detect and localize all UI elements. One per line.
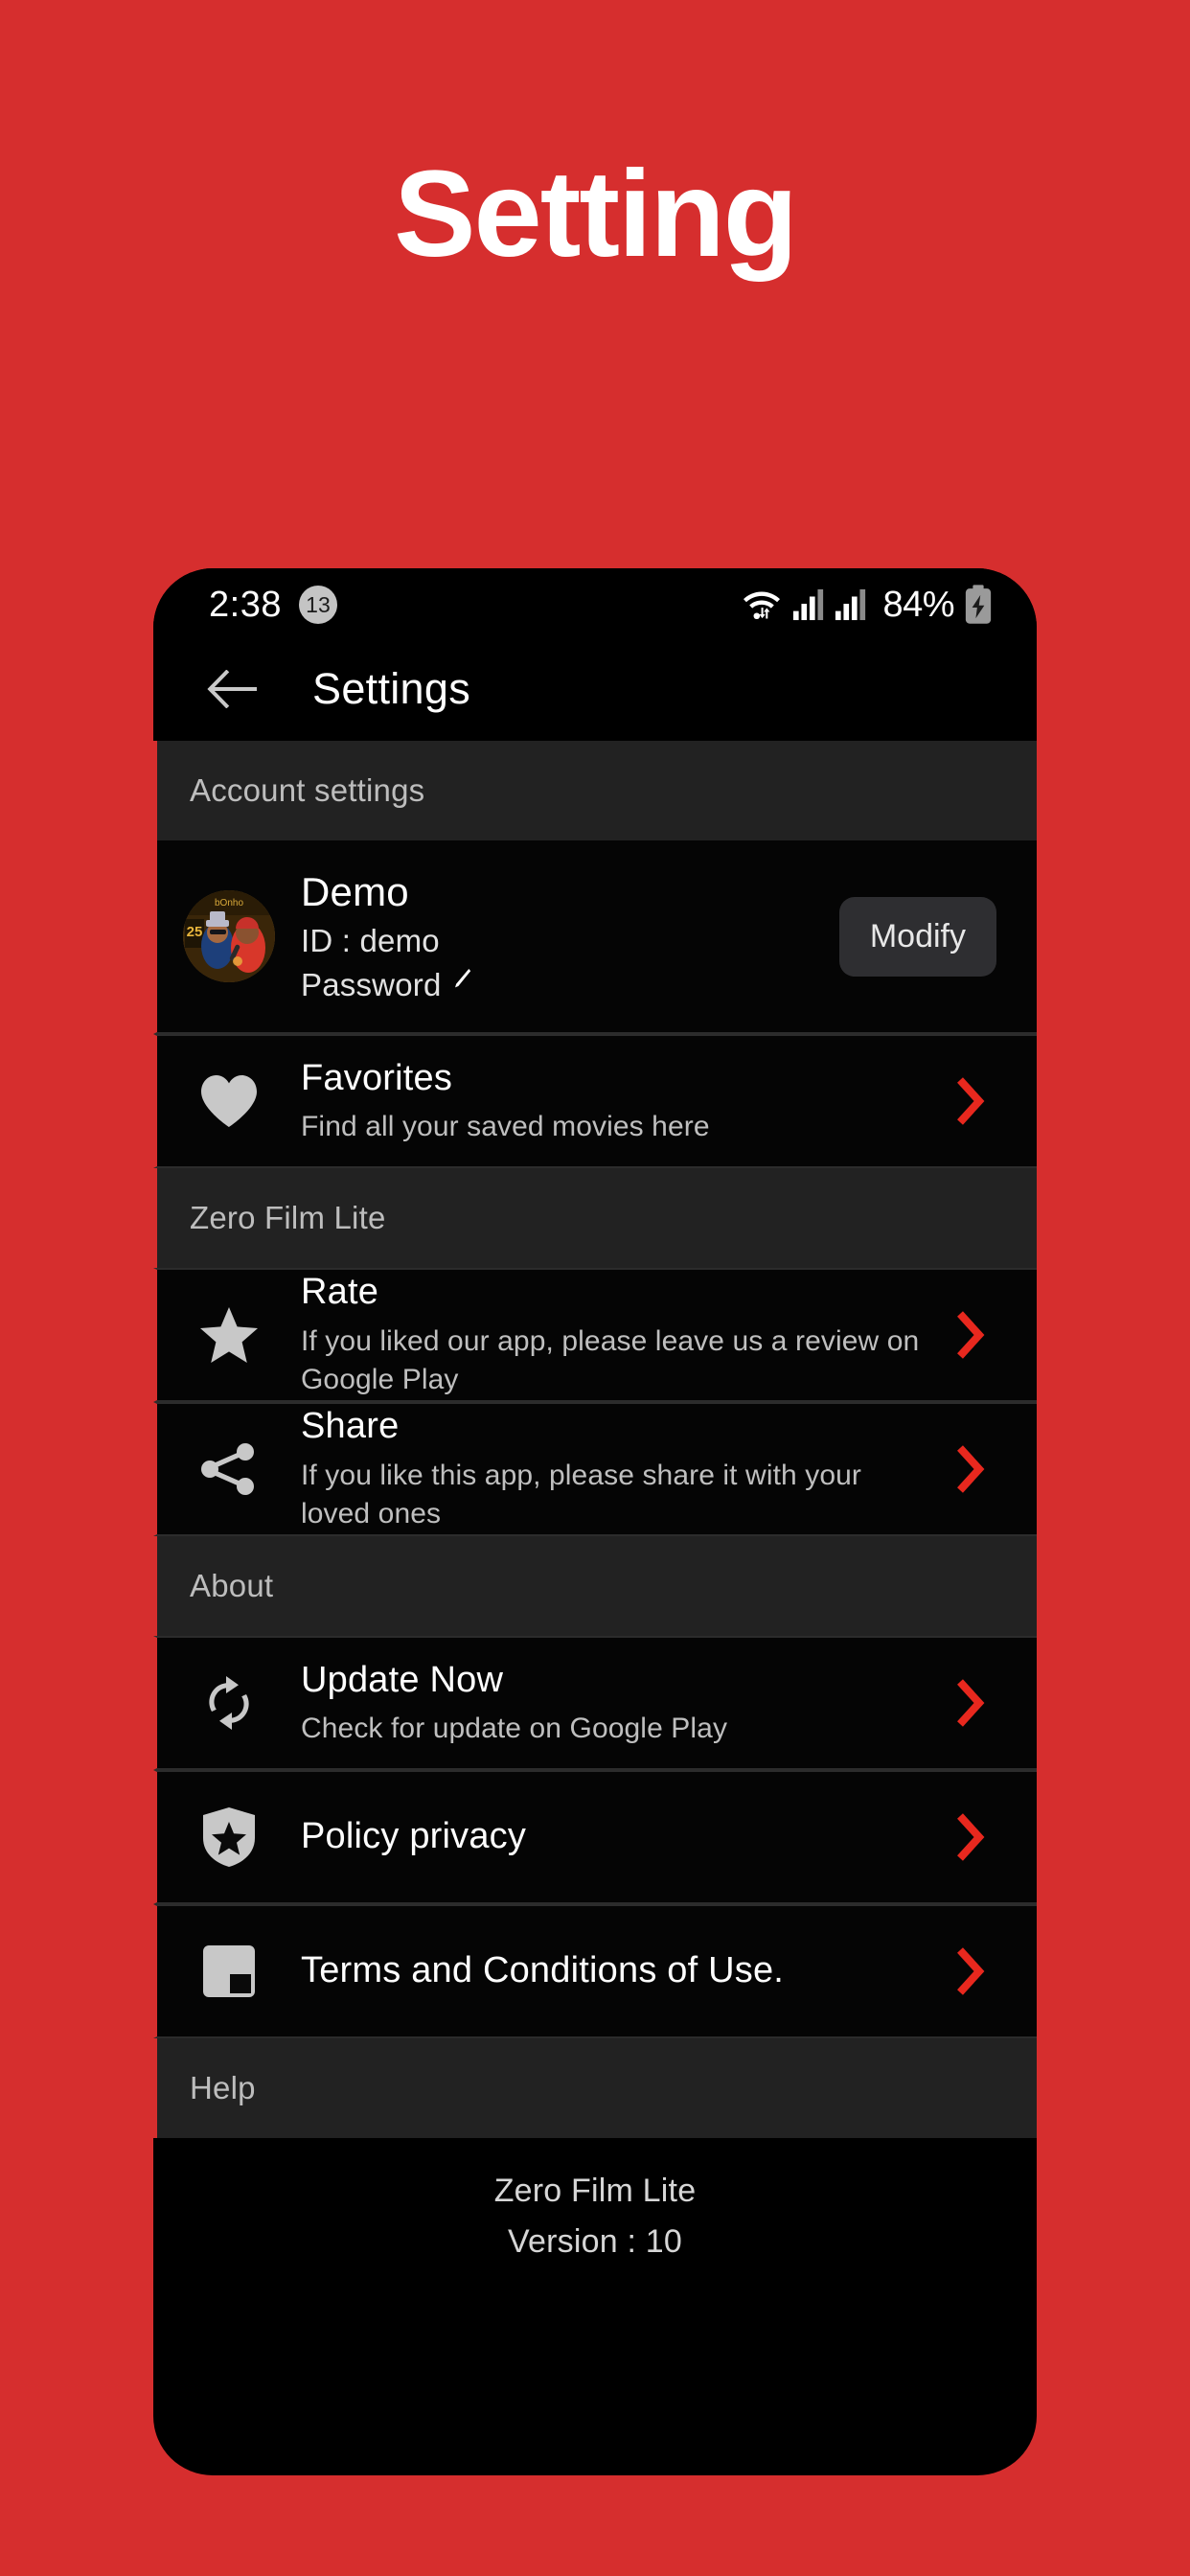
status-bar: 2:38 13 84% — [153, 568, 1037, 637]
section-header-about: About — [153, 1536, 1037, 1636]
shield-star-icon — [157, 1806, 301, 1869]
row-title: Update Now — [301, 1659, 504, 1700]
chevron-right-icon[interactable] — [937, 1812, 1004, 1862]
row-update-now[interactable]: Update Now Check for update on Google Pl… — [153, 1636, 1037, 1770]
avatar-image: bOnho 25 — [183, 890, 275, 982]
app-bar: Settings — [153, 637, 1037, 741]
status-clock: 2:38 — [209, 584, 282, 625]
arrow-left-icon[interactable] — [203, 659, 263, 719]
account-name: Demo — [301, 869, 409, 914]
row-subtitle: If you like this app, please share it wi… — [301, 1459, 861, 1530]
document-icon — [157, 1942, 301, 2001]
account-password-label: Password — [301, 967, 442, 1002]
chevron-right-icon[interactable] — [937, 1946, 1004, 1996]
svg-text:25: 25 — [187, 924, 203, 940]
row-text: Share If you like this app, please share… — [301, 1404, 937, 1534]
row-title: Terms and Conditions of Use. — [301, 1950, 785, 1991]
footer-version: Version : 10 — [508, 2223, 682, 2260]
settings-list: Account settings bOnho 25 Demo ID: demo… — [153, 741, 1037, 2261]
section-header-account: Account settings — [153, 741, 1037, 840]
modify-button[interactable]: Modify — [838, 896, 996, 977]
phone-mockup: 2:38 13 84% Settings Account settings bO… — [153, 568, 1037, 2475]
app-footer: Zero Film Lite Version : 10 — [153, 2138, 1037, 2261]
avatar: bOnho 25 — [157, 890, 301, 982]
share-icon — [157, 1441, 301, 1497]
chevron-right-icon[interactable] — [937, 1310, 1004, 1360]
row-title: Share — [301, 1406, 400, 1447]
row-subtitle: Check for update on Google Play — [301, 1713, 728, 1744]
footer-app-name: Zero Film Lite — [493, 2173, 697, 2209]
row-text: Rate If you liked our app, please leave … — [301, 1270, 937, 1400]
row-rate[interactable]: Rate If you liked our app, please leave … — [153, 1268, 1037, 1402]
row-terms-conditions[interactable]: Terms and Conditions of Use. — [153, 1904, 1037, 2038]
account-password[interactable]: Password — [301, 967, 839, 1003]
status-bar-right: 84% — [741, 585, 993, 626]
pencil-icon[interactable] — [451, 963, 472, 1000]
row-title: Rate — [301, 1272, 379, 1313]
account-row[interactable]: bOnho 25 Demo ID: demo Password Modify — [153, 840, 1037, 1034]
section-header-help: Help — [153, 2038, 1037, 2138]
row-share[interactable]: Share If you like this app, please share… — [153, 1402, 1037, 1536]
signal-bars-icon — [835, 588, 867, 621]
wifi-updown-icon — [741, 586, 783, 623]
account-id: ID : demo — [301, 923, 440, 958]
row-title: Policy privacy — [301, 1816, 527, 1857]
status-bar-left: 2:38 13 — [209, 585, 337, 626]
row-text: Update Now Check for update on Google Pl… — [301, 1658, 937, 1749]
signal-bars-icon — [792, 588, 825, 621]
row-policy-privacy[interactable]: Policy privacy — [153, 1770, 1037, 1904]
notification-badge: 13 — [298, 586, 337, 624]
battery-percent-label: 84% — [882, 584, 954, 625]
row-text: Terms and Conditions of Use. — [301, 1948, 937, 1994]
chevron-right-icon[interactable] — [937, 1678, 1004, 1728]
svg-text:bOnho: bOnho — [215, 898, 243, 908]
page-title: Setting — [394, 146, 798, 283]
chevron-right-icon[interactable] — [937, 1076, 1004, 1126]
section-header-zero-film-lite: Zero Film Lite — [153, 1168, 1037, 1268]
row-favorites[interactable]: Favorites Find all your saved movies her… — [153, 1034, 1037, 1168]
row-text: Favorites Find all your saved movies her… — [301, 1056, 937, 1147]
refresh-icon — [157, 1674, 301, 1732]
row-subtitle: If you liked our app, please leave us a … — [301, 1324, 920, 1396]
row-title: Favorites — [301, 1057, 453, 1098]
star-icon — [157, 1305, 301, 1365]
app-bar-title: Settings — [312, 664, 470, 713]
row-text: Policy privacy — [301, 1814, 937, 1860]
row-subtitle: Find all your saved movies here — [301, 1111, 710, 1142]
heart-icon — [157, 1073, 301, 1129]
battery-charging-icon — [964, 585, 993, 625]
chevron-right-icon[interactable] — [937, 1444, 1004, 1494]
account-info: Demo ID : demo Password — [301, 869, 839, 1003]
